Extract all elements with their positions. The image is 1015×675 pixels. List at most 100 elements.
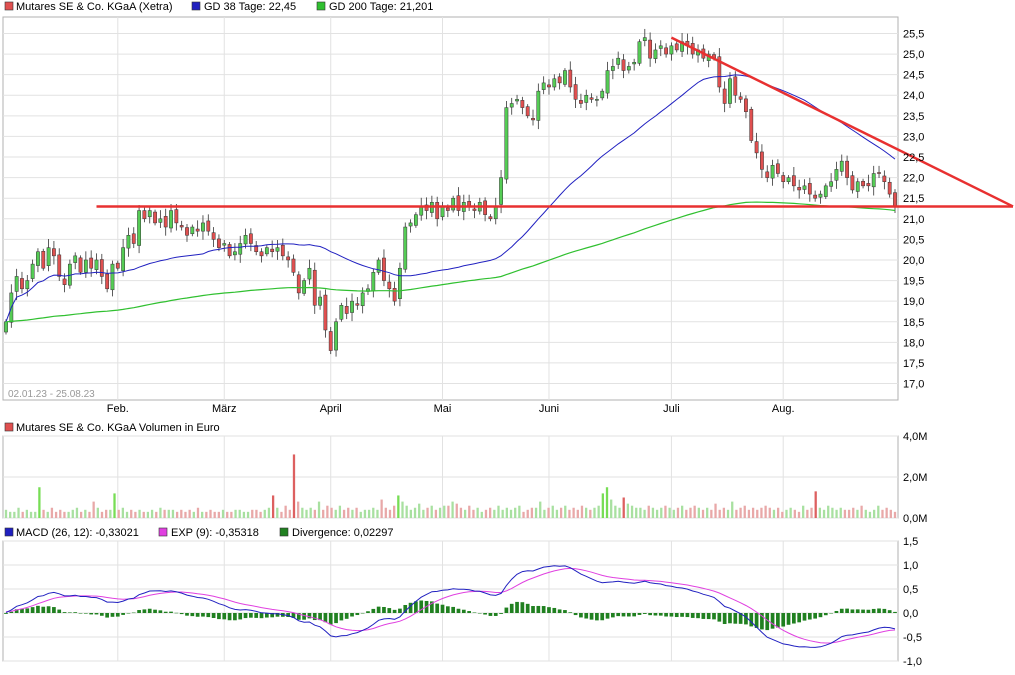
divergence-bar <box>131 612 136 614</box>
volume-bar <box>113 493 116 518</box>
divergence-bar <box>440 604 445 613</box>
volume-bar <box>238 509 241 518</box>
volume-bar <box>180 509 183 518</box>
divergence-bar <box>813 613 818 619</box>
candle-body <box>871 173 876 188</box>
volume-bar <box>768 507 771 518</box>
candle-body <box>642 37 647 41</box>
volume-bar <box>205 511 208 518</box>
volume-bar <box>109 509 112 518</box>
volume-bar <box>559 507 563 518</box>
divergence-bar <box>653 613 658 616</box>
divergence-bar <box>845 608 849 613</box>
price-y-tick-label: 19,5 <box>903 276 924 288</box>
candle-body <box>46 247 51 266</box>
volume-bar <box>447 505 450 518</box>
candle-body <box>163 216 168 228</box>
divergence-bar <box>179 613 184 615</box>
volume-bar <box>526 509 529 518</box>
candle-body <box>579 100 583 104</box>
divergence-bar <box>685 613 690 618</box>
volume-bar <box>351 509 354 518</box>
price-y-tick-label: 18,5 <box>903 317 924 329</box>
candle-body <box>302 280 306 294</box>
candle-body <box>4 321 8 333</box>
volume-bar <box>326 505 329 518</box>
divergence-bar <box>158 610 163 613</box>
divergence-bar <box>712 613 716 620</box>
candle-body <box>105 273 110 290</box>
candle-body <box>845 160 849 178</box>
volume-bar <box>543 509 546 518</box>
candle-body <box>174 209 179 224</box>
volume-bar <box>555 509 559 518</box>
divergence-bar <box>398 608 402 613</box>
divergence-bar <box>185 613 189 616</box>
candle-body <box>584 94 589 103</box>
divergence-bar <box>344 613 349 619</box>
candle-body <box>568 69 573 88</box>
divergence-bar <box>387 608 392 613</box>
legend-swatch-divergence <box>279 527 289 537</box>
candle-body <box>531 118 535 121</box>
candle-body <box>371 272 376 292</box>
volume-bar <box>726 509 730 518</box>
divergence-bar <box>25 608 30 613</box>
volume-bar <box>739 507 742 518</box>
candle-body <box>557 76 562 84</box>
price-y-tick-label: 17,5 <box>903 358 924 370</box>
macd-y-tick-label: 0,5 <box>903 584 918 596</box>
divergence-bar <box>595 613 599 621</box>
candle-body <box>73 255 78 263</box>
volume-bar <box>747 509 751 518</box>
volume-bar <box>463 509 467 518</box>
volume-bar <box>159 507 162 518</box>
candle-body <box>307 267 312 280</box>
volume-bar <box>664 505 667 518</box>
volume-bar <box>63 511 66 518</box>
candle-body <box>414 214 418 226</box>
candle-body <box>440 206 445 218</box>
divergence-bar <box>536 605 541 613</box>
volume-bar <box>29 511 33 518</box>
candle-body <box>451 197 456 211</box>
divergence-bar <box>355 613 360 616</box>
candle-body <box>674 43 679 51</box>
volume-bar <box>242 511 246 518</box>
legend-swatch-exp <box>158 527 168 537</box>
candle-body <box>248 233 253 244</box>
divergence-bar <box>547 607 551 613</box>
volume-bar <box>568 509 571 518</box>
volume-bar <box>226 511 229 518</box>
volume-bar <box>267 507 271 518</box>
candle-body <box>280 244 285 257</box>
divergence-bar <box>626 613 631 617</box>
divergence-bar <box>83 613 88 614</box>
volume-bar <box>706 507 709 518</box>
volume-bar <box>793 509 796 518</box>
volume-bar <box>313 509 316 518</box>
volume-bar <box>413 507 417 518</box>
volume-bar <box>88 511 91 518</box>
candle-body <box>158 218 163 223</box>
candle-body <box>355 303 360 306</box>
candle-body <box>456 195 461 211</box>
candle-body <box>765 171 770 178</box>
volume-bar <box>209 509 212 518</box>
divergence-bar <box>238 613 243 620</box>
candle-body <box>610 66 615 71</box>
divergence-bar <box>834 610 839 613</box>
candle-body <box>398 267 402 299</box>
divergence-bar <box>887 610 892 613</box>
divergence-bar <box>818 613 823 618</box>
volume-bar <box>430 505 433 518</box>
volume-bar <box>259 511 262 518</box>
price-legend: Mutares SE & Co. KGaA (Xetra) GD 38 Tage… <box>4 1 433 13</box>
volume-bar <box>785 509 788 518</box>
volume-bar <box>601 493 604 518</box>
volume-bar <box>292 454 296 518</box>
candle-body <box>722 88 727 104</box>
candle-body <box>291 258 296 273</box>
divergence-bar <box>664 613 668 617</box>
x-tick-label: April <box>320 403 342 415</box>
